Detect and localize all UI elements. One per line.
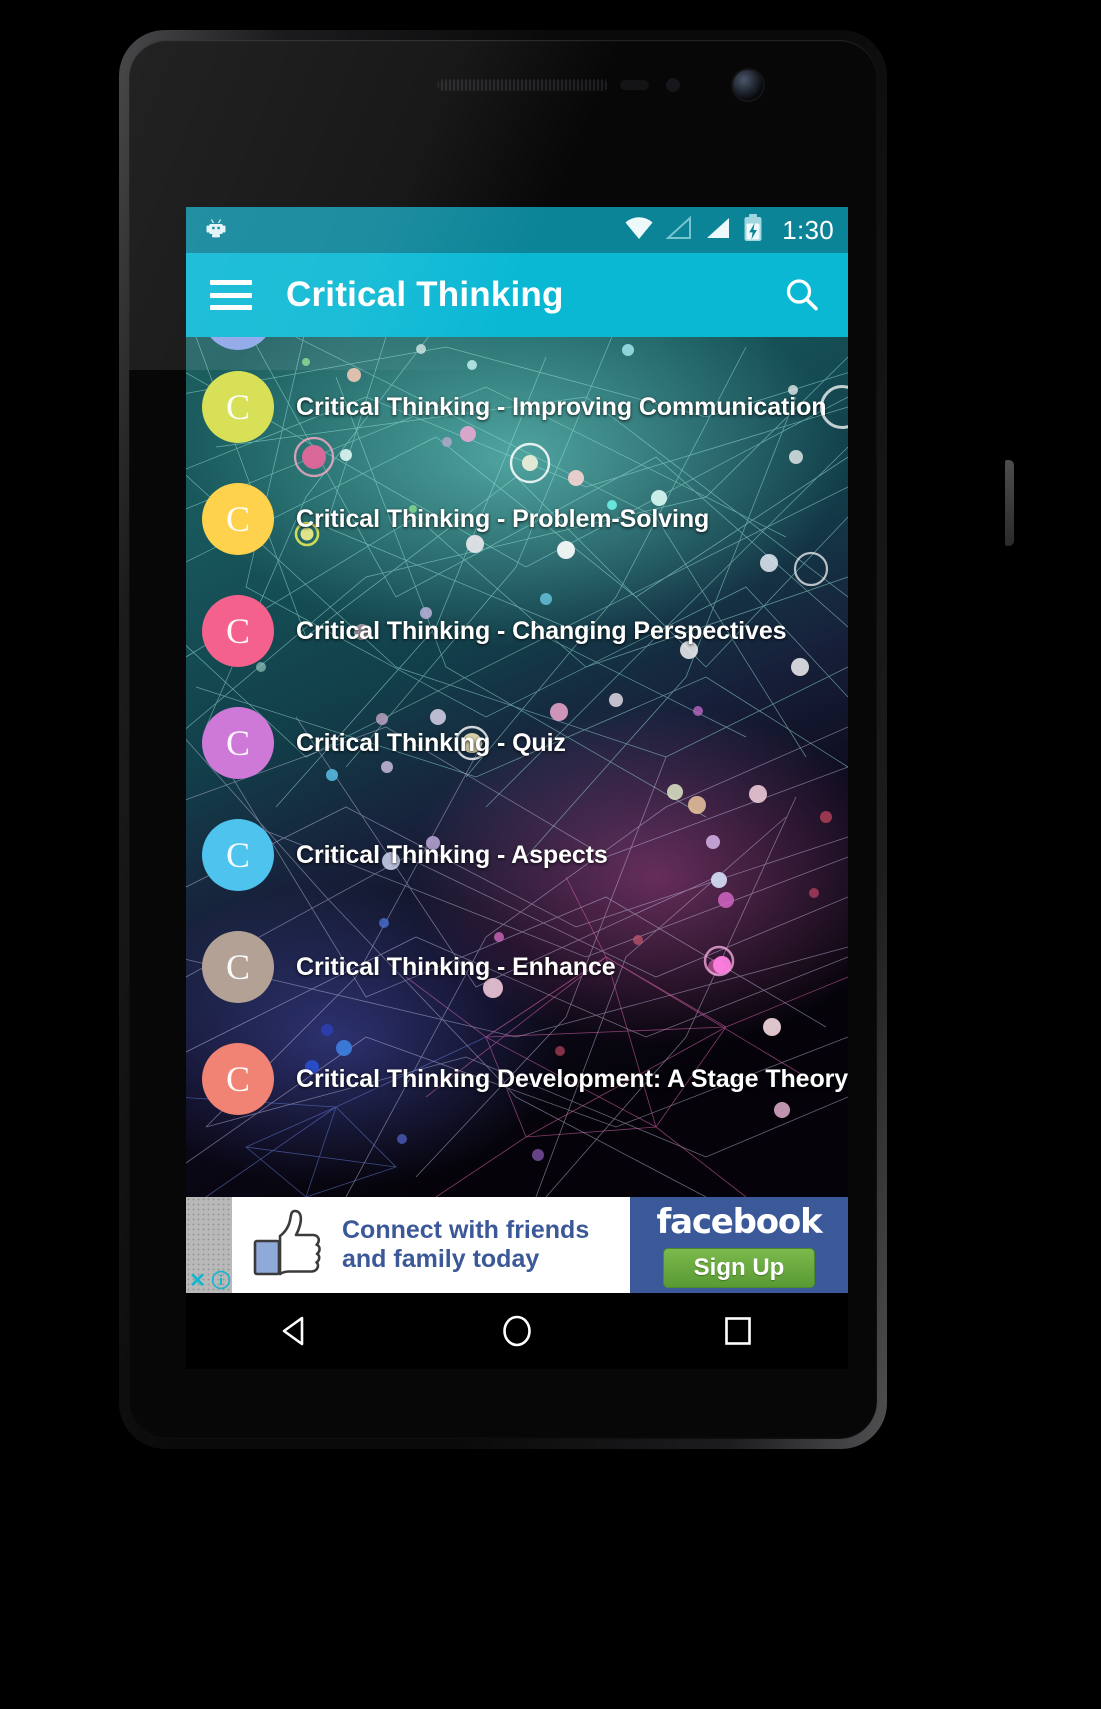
power-button[interactable] <box>1005 460 1014 546</box>
proximity-sensor <box>620 80 649 90</box>
advertisement-banner[interactable]: ✕ Connect with friends and family today … <box>186 1197 848 1293</box>
list-item-label: Critical Thinking - Changing Perspective… <box>296 616 787 645</box>
avatar: C <box>202 1043 274 1115</box>
ad-info-icon[interactable] <box>209 1267 232 1293</box>
avatar: C <box>202 595 274 667</box>
recents-square-icon[interactable] <box>698 1301 778 1361</box>
thumbs-up-icon <box>250 1206 324 1285</box>
list-item-label: Critical Thinking - Quiz <box>296 728 566 757</box>
list-item-label: Critical Thinking - Improving Communicat… <box>296 392 827 421</box>
list-item[interactable]: C Critical Thinking - Enhance <box>186 911 848 1023</box>
avatar: C <box>202 819 274 891</box>
avatar: C <box>202 707 274 779</box>
status-bar: 1:30 <box>186 207 848 253</box>
android-robot-icon <box>204 216 228 245</box>
avatar-letter: C <box>225 947 250 987</box>
avatar: C <box>202 371 274 443</box>
android-navigation-bar <box>186 1293 848 1369</box>
page-title: Critical Thinking <box>286 275 564 314</box>
avatar-letter: C <box>225 723 250 763</box>
phone-screen: 1:30 Critical Thinking C Critical Thinki… <box>186 207 848 1369</box>
list-item[interactable]: C <box>186 337 848 351</box>
phone-bezel: 1:30 Critical Thinking C Critical Thinki… <box>129 40 877 1439</box>
back-triangle-icon[interactable] <box>256 1301 336 1361</box>
avatar: C <box>202 483 274 555</box>
course-list[interactable]: C C Critical Thinking - Improving Commun… <box>186 337 848 1135</box>
front-camera <box>733 70 763 100</box>
avatar-letter: C <box>225 835 250 875</box>
ad-headline-line1: Connect with friends <box>342 1215 590 1244</box>
list-item[interactable]: C Critical Thinking - Quiz <box>186 687 848 799</box>
avatar: C <box>202 337 274 350</box>
signal-full-icon <box>704 215 732 246</box>
avatar-letter: C <box>225 611 250 651</box>
list-item-label: Critical Thinking - Aspects <box>296 840 608 869</box>
hamburger-menu-icon[interactable] <box>210 280 252 310</box>
ad-brand-panel[interactable]: facebook Sign Up <box>630 1197 848 1293</box>
list-item[interactable]: C Critical Thinking - Improving Communic… <box>186 351 848 463</box>
phone-device-frame: 1:30 Critical Thinking C Critical Thinki… <box>119 30 1014 1449</box>
ad-controls-tab: ✕ <box>186 1197 232 1293</box>
earpiece-speaker <box>437 78 609 91</box>
course-list-area: C C Critical Thinking - Improving Commun… <box>186 337 848 1197</box>
wifi-icon <box>624 215 654 246</box>
ad-close-icon[interactable]: ✕ <box>186 1267 209 1293</box>
list-item[interactable]: C Critical Thinking Development: A Stage… <box>186 1023 848 1135</box>
list-item-label: Critical Thinking Development: A Stage T… <box>296 1064 848 1093</box>
battery-charging-icon <box>743 213 763 247</box>
signal-empty-icon <box>665 215 693 246</box>
ad-signup-button[interactable]: Sign Up <box>662 1248 816 1288</box>
ad-headline-line2: and family today <box>342 1245 540 1273</box>
status-bar-clock: 1:30 <box>782 214 834 245</box>
search-icon[interactable] <box>778 271 826 319</box>
facebook-logo: facebook <box>656 1202 822 1242</box>
list-item[interactable]: C Critical Thinking - Problem-Solving <box>186 463 848 575</box>
list-item[interactable]: C Critical Thinking - Changing Perspecti… <box>186 575 848 687</box>
avatar-letter: C <box>225 1059 250 1099</box>
avatar-letter: C <box>225 499 250 539</box>
list-item-label: Critical Thinking - Problem-Solving <box>296 504 710 533</box>
avatar: C <box>202 931 274 1003</box>
light-sensor <box>666 78 680 92</box>
avatar-letter: C <box>225 387 250 427</box>
list-item[interactable]: C Critical Thinking - Aspects <box>186 799 848 911</box>
ad-creative[interactable]: Connect with friends and family today fa… <box>232 1197 848 1293</box>
home-circle-icon[interactable] <box>477 1301 557 1361</box>
app-bar: Critical Thinking <box>186 253 848 337</box>
list-item-label: Critical Thinking - Enhance <box>296 952 616 981</box>
